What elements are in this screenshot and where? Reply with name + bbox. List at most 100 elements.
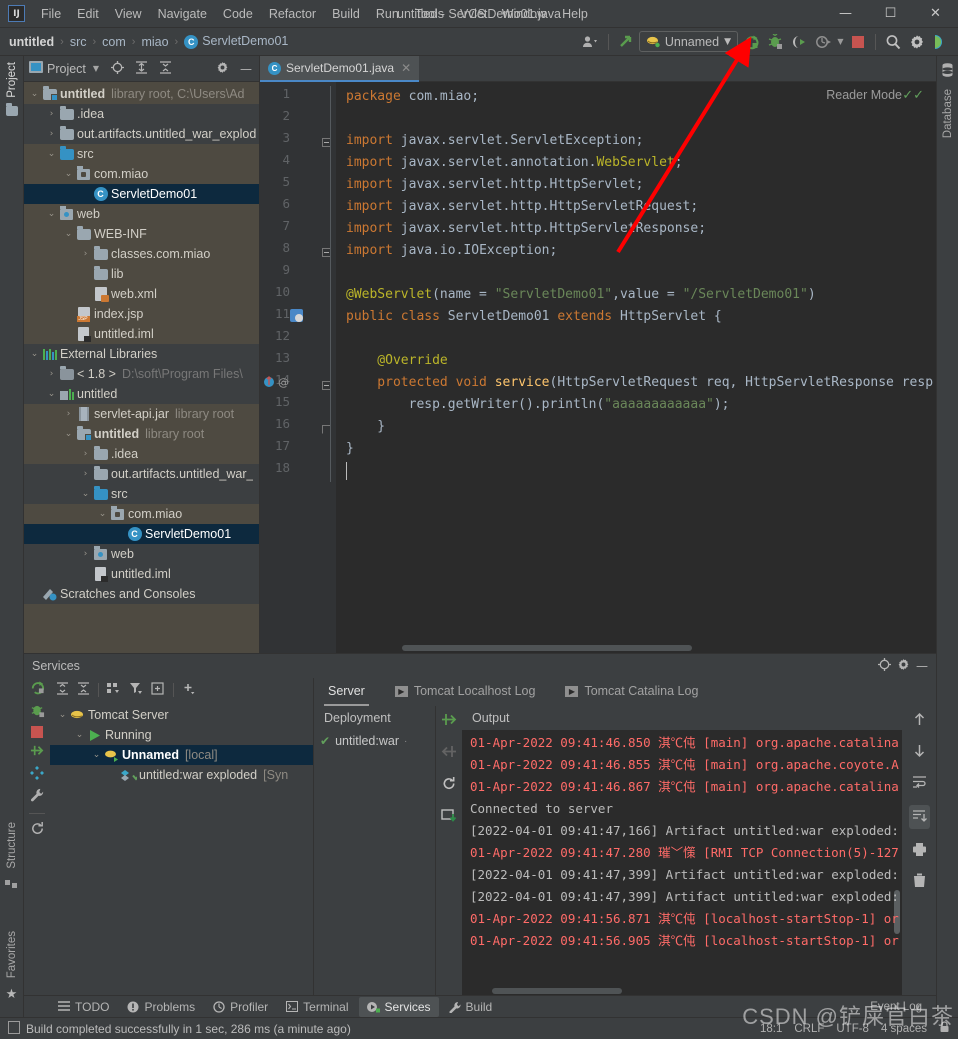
caret-position[interactable]: 18:1 [760, 1023, 782, 1035]
settings-icon[interactable] [30, 766, 44, 783]
run-icon[interactable] [740, 31, 762, 53]
code-content[interactable]: Reader Mode ✓✓ package com.miao; import j… [336, 82, 936, 653]
menu-item-tools[interactable]: Tools [407, 4, 452, 24]
chevron-right-icon[interactable]: › [79, 249, 92, 259]
menu-item-vcs[interactable]: VCS [452, 4, 494, 24]
chevron-down-icon[interactable]: ⌄ [62, 169, 75, 179]
file-encoding[interactable]: UTF-8 [836, 1023, 869, 1035]
tree-row[interactable]: › out.artifacts.untitled_war_ [24, 464, 259, 484]
menu-item-run[interactable]: Run [368, 4, 407, 24]
breadcrumb-item-untitled[interactable]: untitled [6, 34, 57, 50]
scroll-down-icon[interactable] [912, 743, 927, 761]
debug-icon[interactable] [764, 31, 786, 53]
chevron-down-icon[interactable]: ⌄ [62, 229, 75, 239]
maximize-button[interactable]: ☐ [868, 0, 913, 28]
chevron-down-icon[interactable]: ⌄ [96, 509, 109, 519]
bottom-tab-build[interactable]: Build [441, 997, 501, 1017]
menu-item-help[interactable]: Help [554, 4, 596, 24]
settings-gear-icon[interactable] [216, 61, 229, 77]
ide-assistant-icon[interactable] [930, 31, 952, 53]
bottom-tab-services[interactable]: Services [358, 996, 439, 1017]
chevron-down-icon[interactable]: ⌄ [45, 209, 58, 219]
filter-icon[interactable] [129, 682, 143, 698]
wrench-icon[interactable] [30, 788, 45, 806]
print-icon[interactable] [912, 842, 927, 860]
services-tab-tomcat-catalina-log[interactable]: ▶ Tomcat Catalina Log [561, 678, 702, 706]
chevron-right-icon[interactable]: › [79, 449, 92, 459]
tree-row[interactable]: ⌄ Tomcat Server [50, 705, 313, 725]
group-icon[interactable] [107, 682, 121, 698]
breadcrumb-item-servletdemo01[interactable]: C ServletDemo01 [181, 33, 291, 50]
tree-row[interactable]: Scratches and Consoles [24, 584, 259, 604]
menu-item-view[interactable]: View [107, 4, 150, 24]
chevron-right-icon[interactable]: › [45, 109, 58, 119]
rerun-icon[interactable] [30, 680, 45, 698]
servlet-gutter-icon[interactable] [290, 309, 303, 325]
user-settings-icon[interactable] [580, 31, 602, 53]
tree-row[interactable]: ⌄ WEB-INF [24, 224, 259, 244]
stop-icon[interactable] [847, 31, 869, 53]
chevron-down-icon[interactable]: ▼ [836, 31, 845, 53]
sidebar-item-structure[interactable]: Structure [3, 816, 21, 875]
update-project-icon[interactable] [615, 31, 637, 53]
sidebar-item-database[interactable]: Database [939, 83, 957, 144]
project-tree[interactable]: ⌄ untitled library root, C:\Users\Ad › .idea… [24, 82, 259, 653]
settings-gear-icon[interactable] [906, 31, 928, 53]
tree-row[interactable]: untitled.iml [24, 564, 259, 584]
tree-row[interactable]: › .idea [24, 444, 259, 464]
tree-row[interactable]: ⌄ untitled [24, 384, 259, 404]
scroll-to-end-icon[interactable] [908, 805, 930, 829]
chevron-down-icon[interactable]: ▼ [93, 64, 99, 73]
run-configuration-selector[interactable]: Unnamed ▼ [638, 31, 738, 52]
tree-row[interactable]: ⌄ src [24, 144, 259, 164]
tree-row[interactable]: index.jsp [24, 304, 259, 324]
bottom-tab-profiler[interactable]: Profiler [205, 997, 276, 1017]
search-everywhere-icon[interactable] [882, 31, 904, 53]
collapse-all-icon[interactable] [159, 60, 172, 77]
indent-setting[interactable]: 4 spaces [881, 1023, 927, 1035]
chevron-down-icon[interactable]: ⌄ [79, 489, 92, 499]
tree-row[interactable]: C ServletDemo01 [24, 524, 259, 544]
chevron-down-icon[interactable]: ⌄ [90, 750, 103, 760]
tree-row[interactable]: › < 1.8 > D:\soft\Program Files\ [24, 364, 259, 384]
tree-row[interactable]: ⌄ Running [50, 725, 313, 745]
breadcrumb-item-com[interactable]: com [99, 34, 129, 50]
clear-all-icon[interactable] [912, 873, 927, 891]
chevron-down-icon[interactable]: ⌄ [56, 710, 69, 720]
hide-panel-icon[interactable]: — [240, 62, 252, 76]
console-hscrollbar[interactable] [462, 986, 902, 995]
tree-row[interactable]: lib [24, 264, 259, 284]
menu-item-window[interactable]: Window [494, 4, 554, 24]
bottom-tab-todo[interactable]: TODO [50, 997, 117, 1017]
chevron-right-icon[interactable]: › [62, 409, 75, 419]
menu-item-refactor[interactable]: Refactor [261, 4, 324, 24]
locate-icon[interactable] [111, 60, 125, 77]
redeploy-icon[interactable] [30, 743, 45, 761]
chevron-down-icon[interactable]: ⌄ [62, 429, 75, 439]
line-separator[interactable]: CRLF [794, 1023, 824, 1035]
chevron-down-icon[interactable]: ⌄ [45, 149, 58, 159]
reader-mode-label[interactable]: Reader Mode [826, 88, 902, 102]
profiler-icon[interactable] [812, 31, 834, 53]
tree-row[interactable]: web.xml [24, 284, 259, 304]
breadcrumb-item-src[interactable]: src [67, 34, 90, 50]
menu-item-code[interactable]: Code [215, 4, 261, 24]
redeploy-icon[interactable] [441, 776, 457, 794]
inspection-status-icon[interactable]: ✓✓ [902, 88, 924, 103]
menu-item-file[interactable]: File [33, 4, 69, 24]
tree-row[interactable]: C ServletDemo01 [24, 184, 259, 204]
tree-row[interactable]: ⌄ Unnamed [local] [50, 745, 313, 765]
hide-panel-icon[interactable]: — [916, 659, 928, 673]
stop-icon[interactable] [31, 726, 43, 738]
services-tab-server[interactable]: Server [324, 678, 369, 706]
close-icon[interactable]: ✕ [401, 61, 411, 75]
tree-row[interactable]: ⌄ com.miao [24, 504, 259, 524]
menu-item-build[interactable]: Build [324, 4, 368, 24]
breadcrumb-item-miao[interactable]: miao [138, 34, 171, 50]
editor-tab-servletdemo01[interactable]: C ServletDemo01.java ✕ [260, 56, 420, 82]
tree-row[interactable]: › out.artifacts.untitled_war_explod [24, 124, 259, 144]
expand-all-icon[interactable] [135, 60, 148, 77]
bottom-tab-terminal[interactable]: Terminal [278, 997, 356, 1017]
tree-row[interactable]: untitled:war exploded [Syn [50, 765, 313, 785]
settings-gear-icon[interactable] [897, 658, 910, 674]
